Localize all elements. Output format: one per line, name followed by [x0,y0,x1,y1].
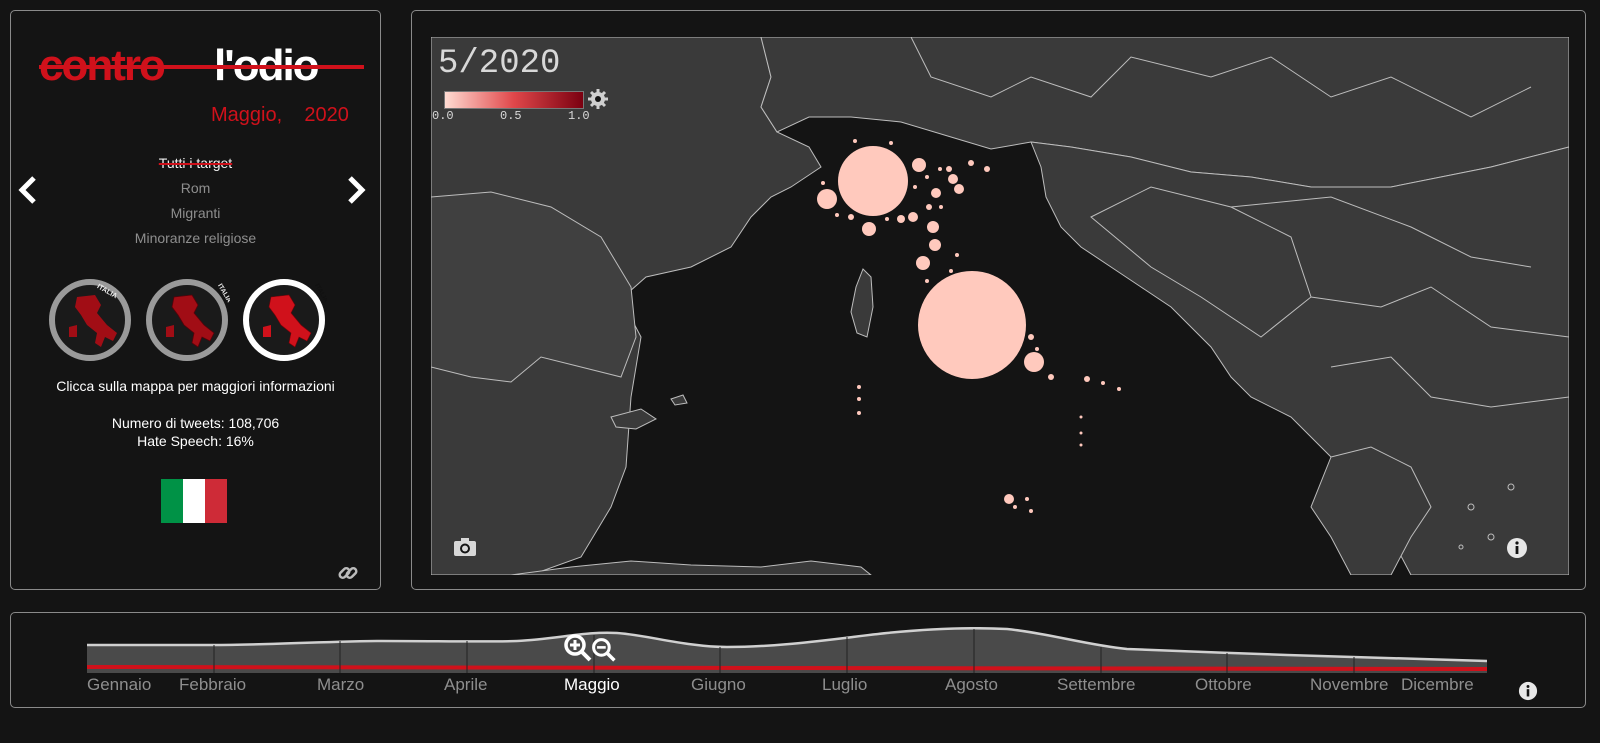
logo-strikethrough [39,65,364,69]
logo: contro l'odio [39,41,364,101]
control-panel: contro l'odio Maggio, 2020 Tutti i targe… [10,10,381,590]
legend-gradient [444,91,584,109]
zoom-in-icon[interactable] [563,633,593,663]
period-subtitle: Maggio, 2020 [211,104,349,126]
target-rom[interactable]: Rom [11,176,380,201]
month-giugno[interactable]: Giugno [691,675,746,695]
map-hint: Clicca sulla mappa per maggiori informaz… [56,378,335,394]
bubble-milano [838,146,908,216]
legend-max: 1.0 [568,109,590,123]
timeline-chart[interactable] [87,627,1487,677]
map-panel: 5/2020 0.0 0.5 1.0 [411,10,1586,590]
month-ottobre[interactable]: Ottobre [1195,675,1252,695]
hate-speech-percent: Hate Speech: 16% [137,433,254,449]
month-aprile[interactable]: Aprile [444,675,487,695]
info-icon[interactable] [1506,537,1528,559]
gear-icon[interactable] [587,88,609,110]
color-legend: 0.0 0.5 1.0 [432,89,612,129]
month-gennaio[interactable]: Gennaio [87,675,151,695]
month-agosto[interactable]: Agosto [945,675,998,695]
month-maggio[interactable]: Maggio [564,675,620,695]
link-icon[interactable] [336,561,360,585]
zoom-out-icon[interactable] [591,637,617,663]
target-all[interactable]: Tutti i target [11,151,380,176]
level-selector: ITALIA ITALIA · REGIONI ITALIA · PROVINC… [47,277,347,367]
month-dicembre[interactable]: Dicembre [1401,675,1474,695]
level-regioni-button[interactable]: ITALIA · REGIONI [144,277,230,363]
info-icon[interactable] [1518,681,1538,701]
month-luglio[interactable]: Luglio [822,675,867,695]
timeline-panel: Gennaio Febbraio Marzo Aprile Maggio Giu… [10,612,1586,708]
month-novembre[interactable]: Novembre [1310,675,1388,695]
target-minoranze-religiose[interactable]: Minoranze religiose [11,226,380,251]
camera-icon[interactable] [453,537,477,557]
legend-mid: 0.5 [500,109,522,123]
level-italia-button[interactable]: ITALIA [47,277,133,363]
tweet-count: Numero di tweets: 108,706 [111,415,280,431]
legend-min: 0.0 [432,109,454,123]
italy-flag[interactable] [161,479,227,523]
bubble-roma [918,271,1026,379]
target-list: Tutti i target Rom Migranti Minoranze re… [11,151,380,251]
level-province-button[interactable]: ITALIA · PROVINCE [241,277,327,363]
map-date: 5/2020 [438,45,561,83]
month-settembre[interactable]: Settembre [1057,675,1135,695]
month-marzo[interactable]: Marzo [317,675,364,695]
month-febbraio[interactable]: Febbraio [179,675,246,695]
target-migranti[interactable]: Migranti [11,201,380,226]
